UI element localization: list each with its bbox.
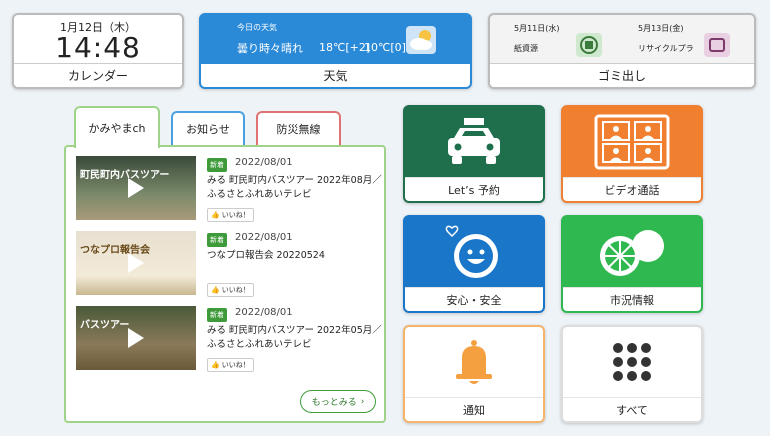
video-date: 2022/08/01 xyxy=(235,157,293,168)
like-button[interactable]: 👍 いいね！ xyxy=(207,283,254,297)
video-item[interactable]: バスツアー 新着 2022/08/01 みる 町民町内バスツアー 2022年05… xyxy=(76,306,382,372)
smile-heart-icon xyxy=(405,217,543,287)
garbage-date-1: 5月11日(水) xyxy=(514,24,560,33)
video-thumbnail[interactable]: バスツアー xyxy=(76,306,196,370)
tile-label: Let’s 予約 xyxy=(405,177,543,201)
video-date: 2022/08/01 xyxy=(235,307,293,318)
thumbs-up-icon: 👍 xyxy=(211,286,220,294)
safety-tile[interactable]: 安心・安全 xyxy=(403,215,545,313)
paper-icon xyxy=(576,33,602,57)
thumbnail-text: バスツアー xyxy=(80,320,130,331)
video-thumbnail[interactable]: 町民町内バスツアー xyxy=(76,156,196,220)
plastic-icon xyxy=(704,33,730,57)
video-title: つなプロ報告会 20220524 xyxy=(207,250,325,261)
new-badge: 新着 xyxy=(207,158,227,172)
tile-label: 通知 xyxy=(405,397,543,421)
new-badge: 新着 xyxy=(207,233,227,247)
tile-label: 安心・安全 xyxy=(405,287,543,311)
taxi-icon xyxy=(405,107,543,177)
play-icon xyxy=(128,178,144,198)
tab-disaster-radio[interactable]: 防災無線 xyxy=(256,111,341,145)
weather-label: 天気 xyxy=(201,63,470,87)
thumbnail-text: 町民町内バスツアー xyxy=(80,170,170,181)
like-label: いいね！ xyxy=(221,361,250,369)
video-item[interactable]: 町民町内バスツアー 新着 2022/08/01 みる 町民町内バスツアー 202… xyxy=(76,156,382,222)
more-label: もっとみる xyxy=(311,398,357,408)
thumbs-up-icon: 👍 xyxy=(211,361,220,369)
video-date: 2022/08/01 xyxy=(235,232,293,243)
new-badge: 新着 xyxy=(207,308,227,322)
weather-low-temp: 10℃[0] xyxy=(364,41,406,54)
video-call-icon xyxy=(563,107,701,177)
tile-label: ビデオ通話 xyxy=(563,177,701,201)
cloud-sun-icon xyxy=(406,26,436,54)
like-button[interactable]: 👍 いいね！ xyxy=(207,208,254,222)
garbage-date-2: 5月13日(金) xyxy=(638,24,684,33)
tab-kamiyamach[interactable]: かみやまch xyxy=(74,106,160,148)
play-icon xyxy=(128,253,144,273)
weather-heading: 今日の天気 xyxy=(237,23,277,32)
weather-condition: 曇り時々晴れ xyxy=(237,42,303,55)
all-apps-tile[interactable]: すべて xyxy=(561,325,703,423)
notification-tile[interactable]: 通知 xyxy=(403,325,545,423)
garbage-label: ゴミ出し xyxy=(490,63,754,87)
calendar-label: カレンダー xyxy=(14,63,182,87)
garbage-type-1: 紙資源 xyxy=(514,44,538,53)
taxi-reservation-tile[interactable]: Let’s 予約 xyxy=(403,105,545,203)
citrus-icon xyxy=(563,217,701,287)
bell-icon xyxy=(405,327,543,397)
calendar-widget[interactable]: 1月12日（木） 14:48 カレンダー xyxy=(12,13,184,89)
like-label: いいね！ xyxy=(221,211,250,219)
video-call-tile[interactable]: ビデオ通話 xyxy=(561,105,703,203)
thumbs-up-icon: 👍 xyxy=(211,211,220,219)
tile-label: すべて xyxy=(563,397,701,421)
weather-high-temp: 18℃[+2] xyxy=(319,41,371,54)
clock-time: 14:48 xyxy=(55,31,141,64)
garbage-type-2: リサイクルプラ xyxy=(638,44,694,53)
video-list-panel: 町民町内バスツアー 新着 2022/08/01 みる 町民町内バスツアー 202… xyxy=(64,145,386,423)
more-button[interactable]: もっとみる › xyxy=(300,390,376,413)
like-label: いいね！ xyxy=(221,286,250,294)
chevron-right-icon: › xyxy=(360,396,365,407)
video-thumbnail[interactable]: つなプロ報告会 xyxy=(76,231,196,295)
grid-icon xyxy=(563,327,701,397)
tab-news[interactable]: お知らせ xyxy=(171,111,245,145)
video-title: みる 町民町内バスツアー 2022年08月／ふるさとふれあいテレビ xyxy=(207,175,382,200)
like-button[interactable]: 👍 いいね！ xyxy=(207,358,254,372)
tile-label: 市況情報 xyxy=(563,287,701,311)
market-info-tile[interactable]: 市況情報 xyxy=(561,215,703,313)
weather-widget[interactable]: 今日の天気 曇り時々晴れ 18℃[+2] 10℃[0] 天気 xyxy=(199,13,472,89)
garbage-widget[interactable]: 5月11日(水) 紙資源 5月13日(金) リサイクルプラ ゴミ出し xyxy=(488,13,756,89)
play-icon xyxy=(128,328,144,348)
video-item[interactable]: つなプロ報告会 新着 2022/08/01 つなプロ報告会 20220524 👍… xyxy=(76,231,376,297)
video-title: みる 町民町内バスツアー 2022年05月／ふるさとふれあいテレビ xyxy=(207,325,382,350)
